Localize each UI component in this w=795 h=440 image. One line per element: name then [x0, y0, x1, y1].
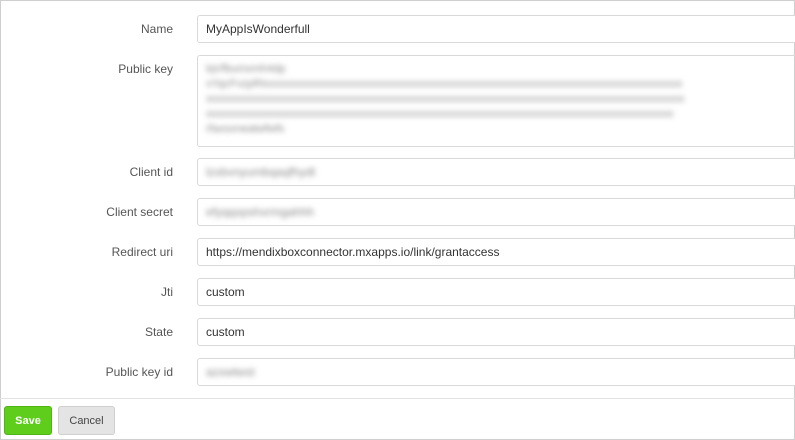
client-id-input[interactable]: lzxbvnyumbqaqfhydt: [197, 158, 795, 186]
public-key-line: xxxxxxxxxxxxxxxxxxxxxxxxxxxxxxxxxxxxxxxx…: [206, 108, 674, 120]
public-key-id-input-value: azxwtwst: [206, 365, 255, 379]
public-key-label: Public key: [118, 62, 173, 76]
public-key-line: lqVfbumxmh4dp: [206, 63, 286, 75]
public-key-id-label: Public key id: [105, 365, 173, 379]
client-secret-label: Client secret: [106, 205, 173, 219]
state-input-value: custom: [206, 325, 245, 339]
redirect-uri-input[interactable]: https://mendixboxconnector.mxapps.io/lin…: [197, 238, 795, 266]
jti-label: Jti: [161, 285, 173, 299]
redirect-uri-input-value: https://mendixboxconnector.mxapps.io/lin…: [206, 245, 500, 259]
name-input-value: MyAppIsWonderfull: [206, 22, 310, 36]
state-label: State: [144, 325, 173, 339]
client-id-label: Client id: [129, 165, 173, 179]
public-key-id-input[interactable]: azxwtwst: [197, 358, 795, 386]
cancel-button[interactable]: Cancel: [58, 406, 115, 435]
name-input[interactable]: MyAppIsWonderfull: [197, 15, 795, 43]
footer-divider: [0, 398, 795, 399]
client-secret-input-value: efyqqxpshxrmgahhh: [206, 205, 315, 219]
jti-input-value: custom: [206, 285, 245, 299]
state-input[interactable]: custom: [197, 318, 795, 346]
client-secret-input[interactable]: efyqqxpshxrmgahhh: [197, 198, 795, 226]
public-key-line: xYqcFvzpRtxxxxxxxxxxxxxxxxxxxxxxxxxxxxxx…: [206, 78, 683, 90]
redirect-uri-label: Redirect uri: [111, 245, 173, 259]
public-key-textarea[interactable]: lqVfbumxmh4dp xYqcFvzpRtxxxxxxxxxxxxxxxx…: [197, 55, 795, 147]
public-key-line: xxxxxxxxxxxxxxxxxxxxxxxxxxxxxxxxxxxxxxxx…: [206, 93, 685, 105]
public-key-line: rfaxsxneatwfwfs: [206, 123, 285, 135]
jti-input[interactable]: custom: [197, 278, 795, 306]
client-id-input-value: lzxbvnyumbqaqfhydt: [206, 165, 316, 179]
save-button[interactable]: Save: [4, 406, 52, 435]
name-label: Name: [140, 22, 173, 36]
